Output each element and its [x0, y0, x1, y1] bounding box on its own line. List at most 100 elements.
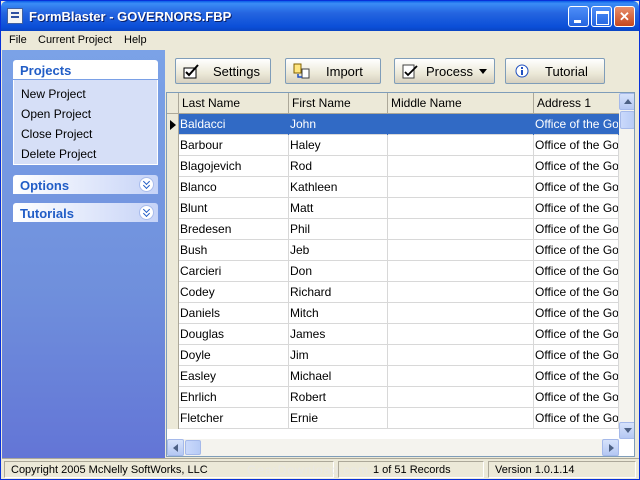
cell-middle-name[interactable]: [388, 408, 534, 429]
projects-group-header[interactable]: Projects: [13, 60, 158, 79]
cell-middle-name[interactable]: [388, 282, 534, 303]
cell-last-name[interactable]: Fletcher: [179, 408, 289, 429]
menu-help[interactable]: Help: [124, 34, 147, 46]
open-project-link[interactable]: Open Project: [21, 107, 91, 121]
menu-current-project[interactable]: Current Project: [38, 34, 112, 46]
cell-last-name[interactable]: Blanco: [179, 177, 289, 198]
maximize-button[interactable]: [591, 6, 612, 27]
cell-middle-name[interactable]: [388, 303, 534, 324]
cell-last-name[interactable]: Bush: [179, 240, 289, 261]
cell-middle-name[interactable]: [388, 366, 534, 387]
cell-middle-name[interactable]: [388, 177, 534, 198]
records-grid[interactable]: Last Name First Name Middle Name Address…: [166, 92, 635, 457]
table-row[interactable]: EhrlichRobert Office of the Governor: [179, 387, 619, 408]
cell-first-name[interactable]: Rod: [289, 156, 388, 177]
table-row[interactable]: DouglasJames Office of the Governor: [179, 324, 619, 345]
cell-address-1[interactable]: Office of the Governor: [534, 177, 619, 198]
cell-first-name[interactable]: Mitch: [289, 303, 388, 324]
scroll-left-button[interactable]: [167, 439, 184, 456]
import-button[interactable]: Import: [285, 58, 381, 84]
cell-first-name[interactable]: Haley: [289, 135, 388, 156]
cell-first-name[interactable]: Kathleen: [289, 177, 388, 198]
close-button[interactable]: ✕: [614, 6, 635, 27]
cell-last-name[interactable]: Douglas: [179, 324, 289, 345]
scroll-right-button[interactable]: [602, 439, 619, 456]
cell-first-name[interactable]: Richard: [289, 282, 388, 303]
cell-last-name[interactable]: Baldacci: [179, 114, 289, 135]
cell-last-name[interactable]: Codey: [179, 282, 289, 303]
process-button[interactable]: Process: [394, 58, 495, 84]
cell-middle-name[interactable]: [388, 261, 534, 282]
scroll-up-button[interactable]: [619, 93, 634, 110]
table-row[interactable]: BlancoKathleen Office of the Governor: [179, 177, 619, 198]
cell-middle-name[interactable]: [388, 345, 534, 366]
cell-address-1[interactable]: Office of the Governor: [534, 324, 619, 345]
table-row[interactable]: DanielsMitch Office of the Governor: [179, 303, 619, 324]
cell-address-1[interactable]: Office of the Governor: [534, 114, 619, 135]
cell-address-1[interactable]: Office of the Governor: [534, 156, 619, 177]
cell-middle-name[interactable]: [388, 156, 534, 177]
cell-last-name[interactable]: Ehrlich: [179, 387, 289, 408]
cell-first-name[interactable]: Jeb: [289, 240, 388, 261]
column-header-first-name[interactable]: First Name: [289, 93, 388, 114]
close-project-link[interactable]: Close Project: [21, 127, 92, 141]
cell-middle-name[interactable]: [388, 324, 534, 345]
cell-middle-name[interactable]: [388, 135, 534, 156]
expand-chevron-icon[interactable]: [139, 205, 154, 220]
column-header-address-1[interactable]: Address 1: [534, 93, 619, 114]
cell-last-name[interactable]: Bredesen: [179, 219, 289, 240]
cell-address-1[interactable]: Office of the Governor: [534, 240, 619, 261]
cell-last-name[interactable]: Doyle: [179, 345, 289, 366]
column-header-last-name[interactable]: Last Name: [179, 93, 289, 114]
cell-middle-name[interactable]: [388, 198, 534, 219]
cell-address-1[interactable]: Office of the Governor: [534, 135, 619, 156]
cell-first-name[interactable]: Phil: [289, 219, 388, 240]
cell-middle-name[interactable]: [388, 114, 534, 135]
table-row[interactable]: FletcherErnie Office of the Governor: [179, 408, 619, 429]
horizontal-scroll-thumb[interactable]: [185, 440, 201, 455]
cell-middle-name[interactable]: [388, 219, 534, 240]
cell-first-name[interactable]: Jim: [289, 345, 388, 366]
cell-address-1[interactable]: Office of the Governor: [534, 303, 619, 324]
row-selector-column[interactable]: [167, 114, 179, 429]
table-row[interactable]: BaldacciJohn Office of the Governor: [179, 114, 619, 135]
new-project-link[interactable]: New Project: [21, 87, 86, 101]
horizontal-scrollbar[interactable]: [167, 439, 619, 456]
table-row[interactable]: CarcieriDon Office of the Governor: [179, 261, 619, 282]
cell-last-name[interactable]: Barbour: [179, 135, 289, 156]
cell-first-name[interactable]: Matt: [289, 198, 388, 219]
cell-first-name[interactable]: Robert: [289, 387, 388, 408]
cell-first-name[interactable]: John: [289, 114, 388, 135]
vertical-scrollbar[interactable]: [619, 93, 634, 439]
table-row[interactable]: CodeyRichard Office of the Governor: [179, 282, 619, 303]
cell-address-1[interactable]: Office of the Governor: [534, 198, 619, 219]
table-row[interactable]: BluntMatt Office of the Governor: [179, 198, 619, 219]
cell-middle-name[interactable]: [388, 240, 534, 261]
vertical-scroll-thumb[interactable]: [620, 111, 634, 129]
table-row[interactable]: DoyleJim Office of the Governor: [179, 345, 619, 366]
cell-last-name[interactable]: Blagojevich: [179, 156, 289, 177]
options-group-header[interactable]: Options: [13, 175, 158, 194]
cell-address-1[interactable]: Office of the Governor: [534, 261, 619, 282]
cell-first-name[interactable]: Don: [289, 261, 388, 282]
table-row[interactable]: BarbourHaley Office of the Governor: [179, 135, 619, 156]
delete-project-link[interactable]: Delete Project: [21, 147, 96, 161]
table-row[interactable]: BlagojevichRod Office of the Governor: [179, 156, 619, 177]
scroll-down-button[interactable]: [619, 422, 634, 439]
column-header-middle-name[interactable]: Middle Name: [388, 93, 534, 114]
cell-address-1[interactable]: Office of the Governor: [534, 387, 619, 408]
cell-last-name[interactable]: Daniels: [179, 303, 289, 324]
cell-address-1[interactable]: Office of the Governor: [534, 408, 619, 429]
cell-last-name[interactable]: Easley: [179, 366, 289, 387]
cell-first-name[interactable]: Ernie: [289, 408, 388, 429]
title-bar[interactable]: FormBlaster - GOVERNORS.FBP ✕: [1, 1, 639, 31]
expand-chevron-icon[interactable]: [139, 177, 154, 192]
table-row[interactable]: BushJeb Office of the Governor: [179, 240, 619, 261]
cell-last-name[interactable]: Blunt: [179, 198, 289, 219]
cell-address-1[interactable]: Office of the Governor: [534, 366, 619, 387]
tutorial-button[interactable]: Tutorial: [505, 58, 605, 84]
minimize-button[interactable]: [568, 6, 589, 27]
cell-first-name[interactable]: James: [289, 324, 388, 345]
table-row[interactable]: BredesenPhil Office of the Governor: [179, 219, 619, 240]
cell-first-name[interactable]: Michael: [289, 366, 388, 387]
